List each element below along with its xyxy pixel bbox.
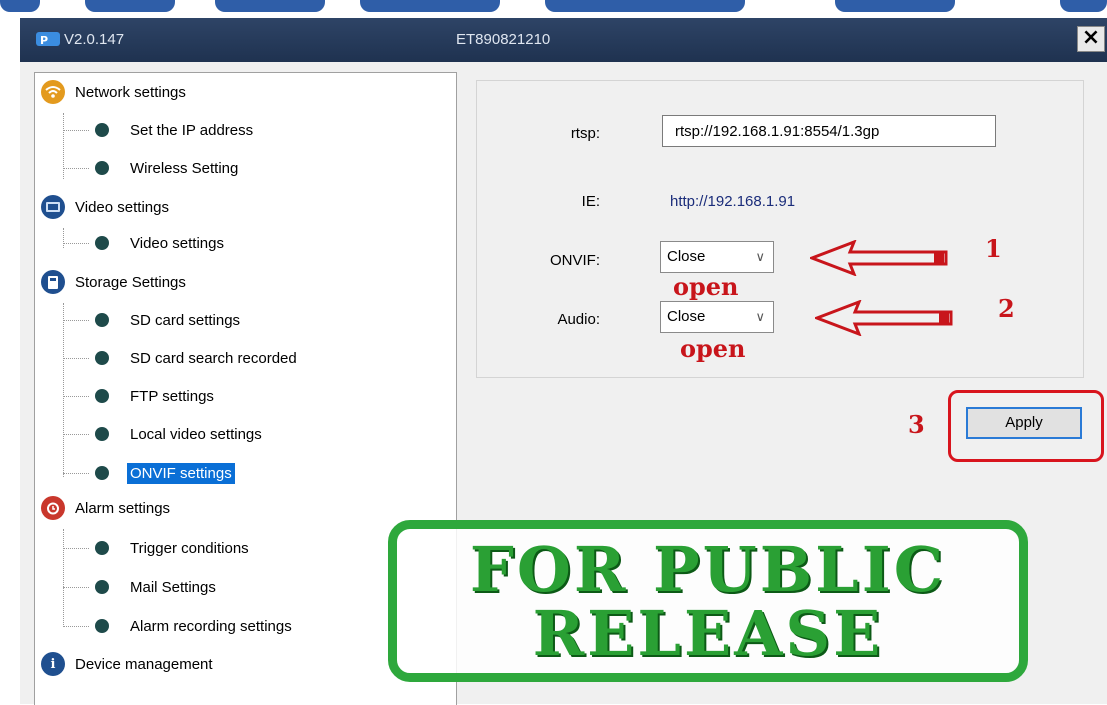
ie-label: IE: — [581, 193, 600, 210]
tree-node-alarm-settings[interactable]: Alarm settings — [41, 493, 170, 523]
title-bar: P V2.0.147 ET890821210 × — [20, 18, 1107, 62]
audio-select-value: Close — [667, 308, 706, 325]
info-icon: i — [41, 652, 65, 676]
tree-node-label: Video settings — [75, 198, 169, 216]
step-2-marker: 2 — [998, 294, 1015, 323]
apply-button[interactable]: Apply — [966, 407, 1082, 439]
bullet-icon — [95, 427, 109, 441]
bullet-icon — [95, 466, 109, 480]
rtsp-url-field[interactable]: rtsp://192.168.1.91:8554/1.3gp — [662, 115, 996, 147]
video-icon — [41, 195, 65, 219]
tree-item-label: Alarm recording settings — [130, 617, 292, 635]
tree-item-label: Video settings — [130, 234, 224, 252]
step-1-marker: 1 — [985, 234, 1002, 263]
tree-node-label: Storage Settings — [75, 273, 186, 291]
bullet-icon — [95, 541, 109, 555]
chevron-down-icon: ∨ — [755, 309, 765, 324]
alarm-clock-icon — [41, 496, 65, 520]
step-3-marker: 3 — [908, 410, 925, 439]
tree-node-storage-settings[interactable]: Storage Settings — [41, 267, 186, 297]
svg-text:P: P — [40, 34, 48, 47]
tree-item-wireless-setting[interactable]: Wireless Setting — [95, 154, 241, 182]
tree-node-device-management[interactable]: i Device management — [41, 649, 213, 679]
tree-item-label: Local video settings — [130, 425, 262, 443]
rtsp-label: rtsp: — [570, 125, 600, 142]
tree-item-ftp-settings[interactable]: FTP settings — [95, 382, 217, 410]
onvif-select[interactable]: Close ∨ — [660, 241, 774, 273]
tree-node-label: Alarm settings — [75, 499, 171, 517]
left-arrow-icon — [815, 300, 953, 336]
tree-item-label: Set the IP address — [130, 121, 254, 139]
bullet-icon — [95, 619, 109, 633]
tree-item-sd-card-search-recorded[interactable]: SD card search recorded — [95, 344, 300, 372]
bullet-icon — [95, 161, 109, 175]
left-arrow-icon — [810, 240, 948, 276]
public-release-stamp: FOR PUBLIC RELEASE — [388, 520, 1028, 682]
tree-item-label: Trigger conditions — [130, 539, 249, 557]
tree-item-label: Mail Settings — [130, 578, 216, 596]
tree-node-video-settings[interactable]: Video settings — [41, 192, 169, 222]
onvif-label: ONVIF: — [549, 252, 600, 269]
tree-item-video-settings[interactable]: Video settings — [95, 229, 227, 257]
tree-node-network-settings[interactable]: Network settings — [41, 77, 186, 107]
close-button[interactable]: × — [1077, 26, 1105, 52]
stamp-line-1: FOR PUBLIC — [469, 533, 947, 606]
tree-item-local-video-settings[interactable]: Local video settings — [95, 420, 265, 448]
app-logo-icon: P — [36, 32, 60, 47]
bullet-icon — [95, 580, 109, 594]
device-id: ET890821210 — [456, 31, 551, 48]
bullet-icon — [95, 351, 109, 365]
bullet-icon — [95, 389, 109, 403]
bullet-icon — [95, 123, 109, 137]
tree-item-set-ip-address[interactable]: Set the IP address — [95, 116, 256, 144]
bullet-icon — [95, 313, 109, 327]
storage-icon — [41, 270, 65, 294]
ie-link[interactable]: http://192.168.1.91 — [670, 193, 795, 210]
tree-item-label: SD card search recorded — [130, 349, 297, 367]
tree-item-label: FTP settings — [130, 387, 214, 405]
tree-item-label: SD card settings — [130, 311, 241, 329]
app-version: V2.0.147 — [64, 31, 125, 48]
tree-node-label: Device management — [75, 655, 213, 673]
tree-node-label: Network settings — [75, 83, 186, 101]
tree-item-alarm-recording-settings[interactable]: Alarm recording settings — [95, 612, 295, 640]
audio-label: Audio: — [557, 311, 600, 328]
audio-select[interactable]: Close ∨ — [660, 301, 774, 333]
onvif-select-value: Close — [667, 248, 706, 265]
tree-item-mail-settings[interactable]: Mail Settings — [95, 573, 219, 601]
tree-item-onvif-settings[interactable]: ONVIF settings — [95, 459, 235, 487]
chevron-down-icon: ∨ — [755, 249, 765, 264]
top-banner-strip — [0, 0, 1107, 18]
onvif-open-note: open — [673, 272, 739, 301]
audio-open-note: open — [680, 334, 746, 363]
stamp-line-2: RELEASE — [532, 597, 884, 670]
tree-item-label: Wireless Setting — [130, 159, 239, 177]
tree-item-trigger-conditions[interactable]: Trigger conditions — [95, 534, 252, 562]
wifi-icon — [41, 80, 65, 104]
tree-item-sd-card-settings[interactable]: SD card settings — [95, 306, 243, 334]
tree-item-label: ONVIF settings — [127, 462, 235, 484]
bullet-icon — [95, 236, 109, 250]
